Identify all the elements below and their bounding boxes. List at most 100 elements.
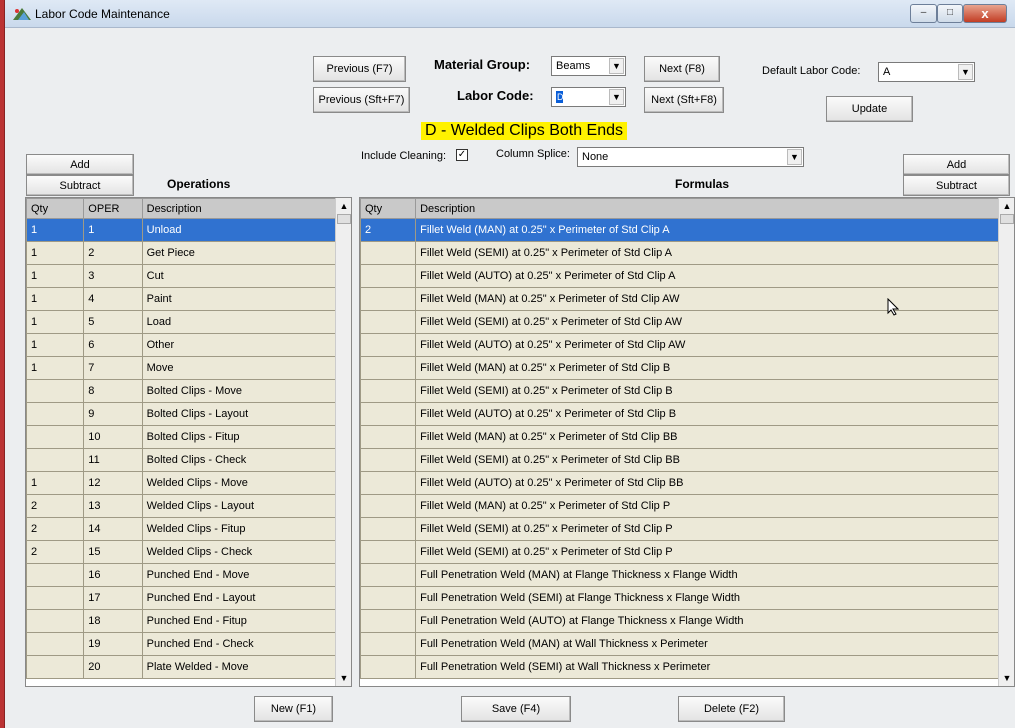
table-row[interactable]: Full Penetration Weld (MAN) at Wall Thic… [360, 632, 1014, 656]
oper-cell[interactable]: 16 [83, 563, 143, 587]
qty-cell[interactable] [360, 402, 417, 426]
oper-cell[interactable]: 17 [83, 586, 143, 610]
table-row[interactable]: 8 Bolted Clips - Move [26, 379, 351, 403]
oper-cell[interactable]: 1 [83, 218, 143, 242]
table-row[interactable]: 1 3 Cut [26, 264, 351, 288]
description-cell[interactable]: Full Penetration Weld (MAN) at Flange Th… [415, 563, 1014, 587]
qty-cell[interactable] [26, 425, 85, 449]
qty-cell[interactable] [26, 655, 85, 679]
column-header[interactable]: OPER [83, 198, 143, 219]
description-cell[interactable]: Fillet Weld (MAN) at 0.25" x Perimeter o… [415, 218, 1014, 242]
table-row[interactable]: 1 4 Paint [26, 287, 351, 311]
table-row[interactable]: 2 Fillet Weld (MAN) at 0.25" x Perimeter … [360, 218, 1014, 242]
oper-cell[interactable]: 9 [83, 402, 143, 426]
column-header[interactable]: Qty [26, 198, 85, 219]
qty-cell[interactable] [360, 586, 417, 610]
table-row[interactable]: Fillet Weld (SEMI) at 0.25" x Perimeter … [360, 517, 1014, 541]
dropdown-arrow-icon[interactable]: ▼ [609, 89, 624, 105]
table-row[interactable]: 1 7 Move [26, 356, 351, 380]
table-row[interactable]: Fillet Weld (SEMI) at 0.25" x Perimeter … [360, 241, 1014, 265]
table-row[interactable]: 2 13 Welded Clips - Layout [26, 494, 351, 518]
qty-cell[interactable] [26, 563, 85, 587]
dropdown-arrow-icon[interactable]: ▼ [609, 58, 624, 74]
description-cell[interactable]: Punched End - Layout [141, 586, 351, 610]
qty-cell[interactable]: 1 [26, 310, 85, 334]
qty-cell[interactable] [26, 609, 85, 633]
save-button[interactable]: Save (F4) [461, 696, 571, 722]
scroll-thumb[interactable] [337, 214, 351, 224]
description-cell[interactable]: Fillet Weld (SEMI) at 0.25" x Perimeter … [415, 448, 1014, 472]
qty-cell[interactable] [360, 609, 417, 633]
qty-cell[interactable] [360, 517, 417, 541]
table-row[interactable]: 2 15 Welded Clips - Check [26, 540, 351, 564]
description-cell[interactable]: Fillet Weld (SEMI) at 0.25" x Perimeter … [415, 241, 1014, 265]
table-row[interactable]: Full Penetration Weld (SEMI) at Wall Thi… [360, 655, 1014, 679]
description-cell[interactable]: Fillet Weld (MAN) at 0.25" x Perimeter o… [415, 425, 1014, 449]
oper-cell[interactable]: 6 [83, 333, 143, 357]
qty-cell[interactable] [360, 356, 417, 380]
description-cell[interactable]: Fillet Weld (SEMI) at 0.25" x Perimeter … [415, 379, 1014, 403]
table-row[interactable]: 18 Punched End - Fitup [26, 609, 351, 633]
table-row[interactable]: 1 1 Unload [26, 218, 351, 242]
oper-cell[interactable]: 4 [83, 287, 143, 311]
operations-grid[interactable]: Qty OPER Description 1 1 Unload 1 2 Get Piece… [25, 197, 352, 687]
description-cell[interactable]: Full Penetration Weld (MAN) at Wall Thic… [415, 632, 1014, 656]
oper-cell[interactable]: 7 [83, 356, 143, 380]
table-row[interactable]: 1 2 Get Piece [26, 241, 351, 265]
column-header[interactable]: Description [141, 198, 351, 219]
qty-cell[interactable] [360, 632, 417, 656]
description-cell[interactable]: Bolted Clips - Fitup [141, 425, 351, 449]
table-row[interactable]: Full Penetration Weld (AUTO) at Flange T… [360, 609, 1014, 633]
qty-cell[interactable]: 2 [360, 218, 417, 242]
description-cell[interactable]: Welded Clips - Move [141, 471, 351, 495]
formulas-grid[interactable]: Qty Description 2 Fillet Weld (MAN) at 0.… [359, 197, 1015, 687]
dropdown-arrow-icon[interactable]: ▼ [787, 149, 802, 165]
column-header[interactable]: Description [415, 198, 1014, 219]
description-cell[interactable]: Bolted Clips - Move [141, 379, 351, 403]
oper-cell[interactable]: 11 [83, 448, 143, 472]
description-cell[interactable]: Fillet Weld (SEMI) at 0.25" x Perimeter … [415, 310, 1014, 334]
description-cell[interactable]: Punched End - Fitup [141, 609, 351, 633]
material-group-dropdown[interactable]: Beams ▼ [551, 56, 626, 76]
next-f8-button[interactable]: Next (F8) [644, 56, 720, 82]
table-row[interactable]: Fillet Weld (AUTO) at 0.25" x Perimeter … [360, 264, 1014, 288]
oper-cell[interactable]: 15 [83, 540, 143, 564]
previous-sft-f7-button[interactable]: Previous (Sft+F7) [313, 87, 410, 113]
description-cell[interactable]: Welded Clips - Fitup [141, 517, 351, 541]
qty-cell[interactable] [360, 264, 417, 288]
oper-cell[interactable]: 13 [83, 494, 143, 518]
description-cell[interactable]: Fillet Weld (SEMI) at 0.25" x Perimeter … [415, 517, 1014, 541]
description-cell[interactable]: Unload [141, 218, 351, 242]
next-sft-f8-button[interactable]: Next (Sft+F8) [644, 87, 724, 113]
include-cleaning-checkbox[interactable]: ✓ [456, 149, 468, 162]
formulas-subtract-button[interactable]: Subtract [903, 175, 1010, 196]
dropdown-arrow-icon[interactable]: ▼ [958, 64, 973, 80]
description-cell[interactable]: Get Piece [141, 241, 351, 265]
description-cell[interactable]: Fillet Weld (AUTO) at 0.25" x Perimeter … [415, 471, 1014, 495]
qty-cell[interactable]: 2 [26, 540, 85, 564]
table-row[interactable]: Fillet Weld (SEMI) at 0.25" x Perimeter … [360, 448, 1014, 472]
qty-cell[interactable] [26, 586, 85, 610]
description-cell[interactable]: Fillet Weld (SEMI) at 0.25" x Perimeter … [415, 540, 1014, 564]
qty-cell[interactable]: 1 [26, 333, 85, 357]
table-row[interactable]: 11 Bolted Clips - Check [26, 448, 351, 472]
qty-cell[interactable]: 2 [26, 494, 85, 518]
description-cell[interactable]: Paint [141, 287, 351, 311]
table-row[interactable]: 17 Punched End - Layout [26, 586, 351, 610]
qty-cell[interactable] [360, 425, 417, 449]
oper-cell[interactable]: 10 [83, 425, 143, 449]
qty-cell[interactable] [26, 379, 85, 403]
table-row[interactable]: Full Penetration Weld (MAN) at Flange Th… [360, 563, 1014, 587]
oper-cell[interactable]: 12 [83, 471, 143, 495]
formulas-add-button[interactable]: Add [903, 154, 1010, 175]
description-cell[interactable]: Other [141, 333, 351, 357]
oper-cell[interactable]: 18 [83, 609, 143, 633]
description-cell[interactable]: Bolted Clips - Check [141, 448, 351, 472]
minimize-button[interactable]: – [910, 4, 937, 23]
qty-cell[interactable] [360, 563, 417, 587]
description-cell[interactable]: Fillet Weld (AUTO) at 0.25" x Perimeter … [415, 333, 1014, 357]
delete-button[interactable]: Delete (F2) [678, 696, 785, 722]
oper-cell[interactable]: 19 [83, 632, 143, 656]
scroll-up-icon[interactable]: ▲ [999, 198, 1014, 214]
description-cell[interactable]: Plate Welded - Move [141, 655, 351, 679]
